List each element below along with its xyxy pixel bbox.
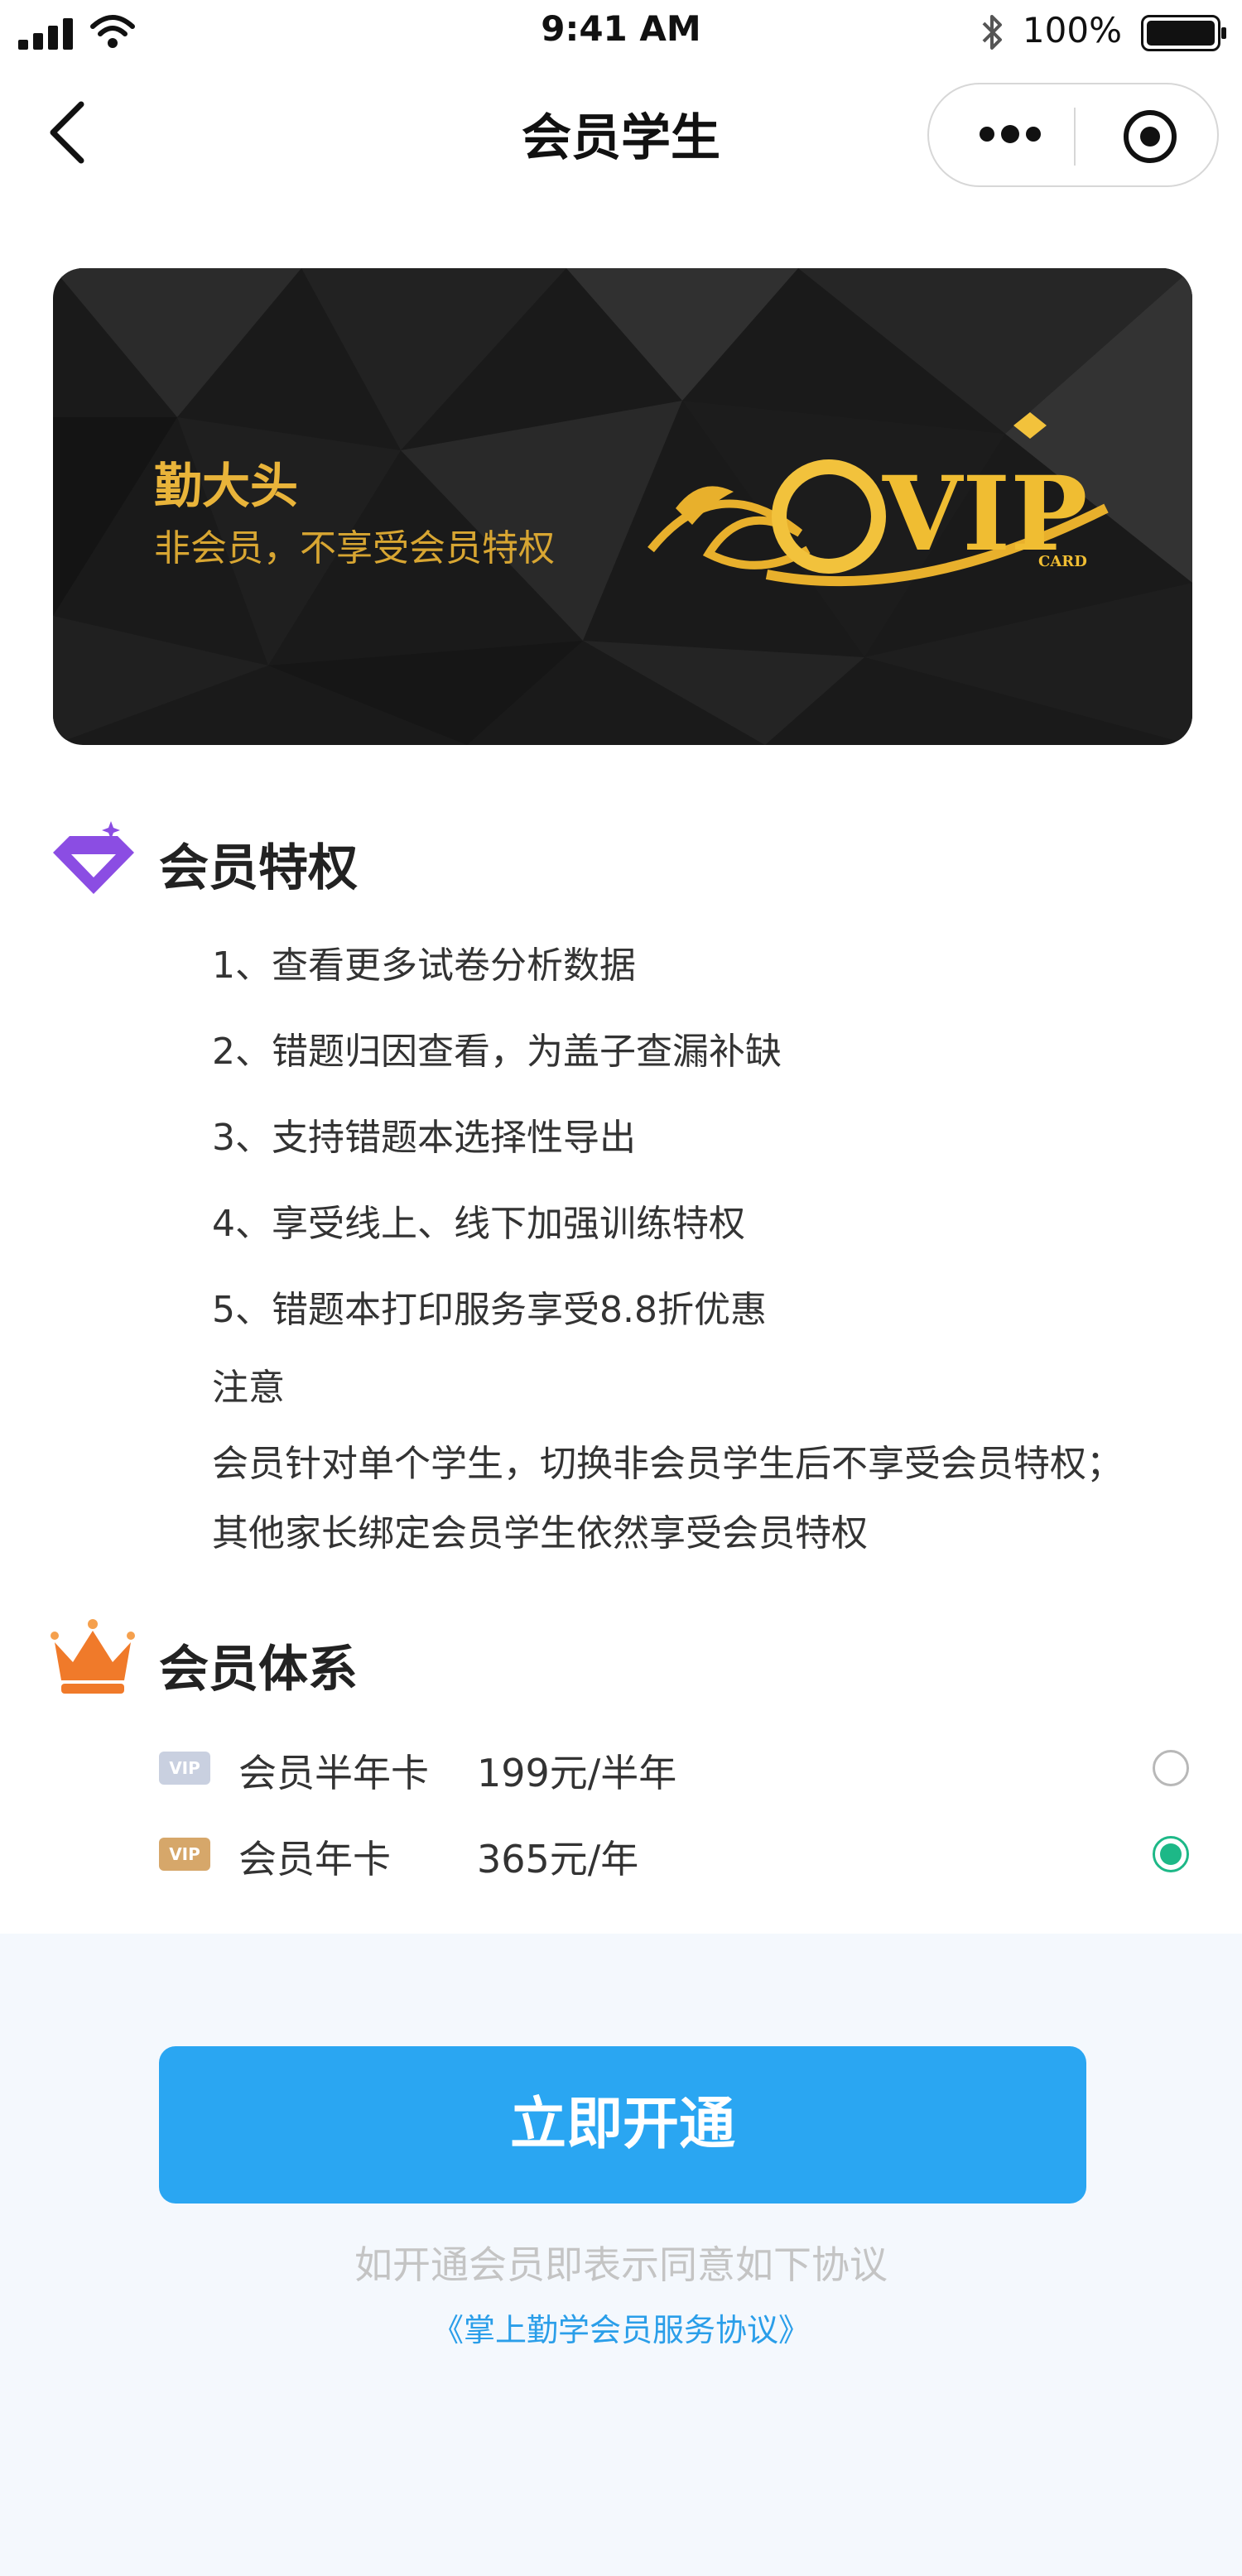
bluetooth-icon	[982, 15, 1002, 50]
activate-button[interactable]: 立即开通	[159, 2046, 1086, 2204]
card-username: 勤大头	[154, 458, 299, 514]
note-line: 会员针对单个学生，切换非会员学生后不享受会员特权；	[212, 1443, 1123, 1485]
agreement-link[interactable]: 《掌上勤学会员服务协议》	[0, 2304, 1242, 2350]
note-line: 其他家长绑定会员学生依然享受会员特权	[212, 1512, 868, 1555]
crown-icon	[51, 1619, 135, 1694]
membership-title: 会员体系	[159, 1641, 358, 1699]
vip-badge-icon: VIP	[159, 1752, 210, 1785]
privilege-item: 2、错题归因查看，为盖子查漏补缺	[212, 1031, 782, 1073]
battery-percent: 100%	[1022, 10, 1122, 50]
vip-badge-icon: VIP	[159, 1838, 210, 1871]
more-icon[interactable]	[979, 124, 1042, 144]
privilege-item: 1、查看更多试卷分析数据	[212, 944, 636, 987]
target-icon[interactable]	[1121, 108, 1179, 166]
privileges-title: 会员特权	[159, 839, 358, 897]
plan-label: 会员年卡	[238, 1837, 391, 1882]
privilege-item: 3、支持错题本选择性导出	[212, 1117, 636, 1159]
privilege-item: 4、享受线上、线下加强训练特权	[212, 1203, 745, 1245]
plan-radio-selected[interactable]	[1153, 1836, 1189, 1872]
plan-price: 365元/年	[477, 1837, 639, 1882]
vip-logo-text: VIP	[883, 454, 1088, 574]
plan-full-year[interactable]: VIP 会员年卡 365元/年	[157, 1829, 1209, 1882]
plan-radio[interactable]	[1153, 1750, 1189, 1786]
mini-program-capsule	[927, 83, 1219, 187]
plan-half-year[interactable]: VIP 会员半年卡 199元/半年	[157, 1743, 1209, 1795]
plan-label: 会员半年卡	[238, 1751, 429, 1795]
note-heading: 注意	[212, 1367, 285, 1409]
card-status: 非会员，不享受会员特权	[154, 527, 555, 570]
vip-logo-subtext: CARD	[1038, 553, 1087, 570]
privilege-item: 5、错题本打印服务享受8.8折优惠	[212, 1289, 767, 1331]
vip-logo: VIP CARD	[643, 409, 1156, 624]
status-bar: 9:41 AM 100%	[0, 0, 1242, 66]
capsule-divider	[1074, 108, 1076, 166]
plan-price: 199元/半年	[477, 1751, 677, 1795]
agreement-text: 如开通会员即表示同意如下协议	[354, 2242, 888, 2287]
diamond-icon	[53, 821, 134, 894]
vip-card: 勤大头 非会员，不享受会员特权 VIP CARD	[53, 268, 1192, 745]
battery-icon	[1141, 15, 1226, 51]
